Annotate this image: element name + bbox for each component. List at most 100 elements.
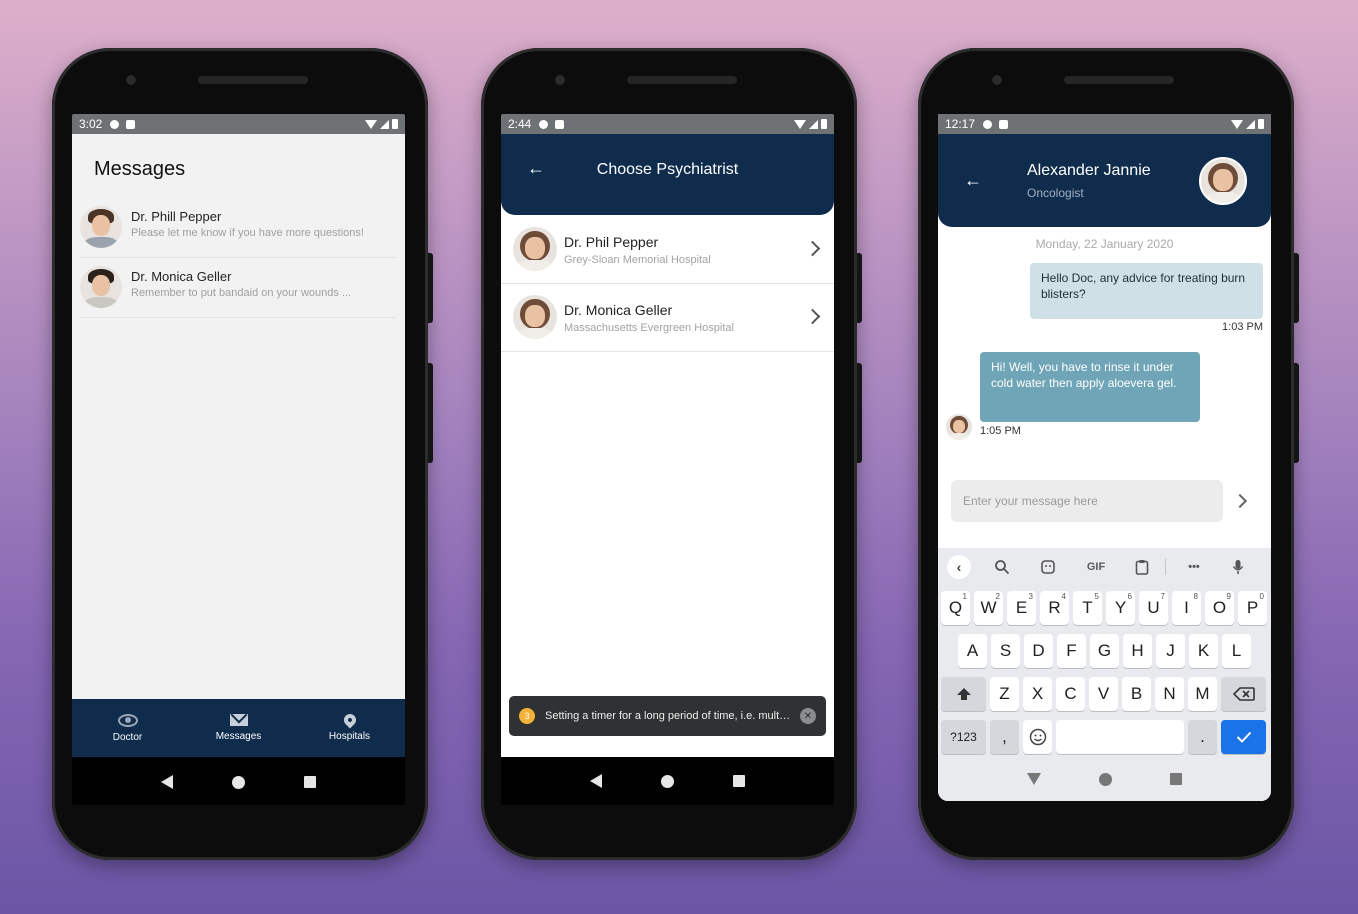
key-q[interactable]: 1Q [941, 591, 970, 625]
key-v[interactable]: V [1089, 677, 1118, 711]
home-circle-icon[interactable] [660, 774, 674, 788]
wifi-icon [1231, 119, 1243, 129]
space-bar[interactable] [1056, 720, 1184, 754]
key-m[interactable]: M [1188, 677, 1217, 711]
mail-icon [229, 714, 248, 726]
sticker-icon[interactable] [1038, 559, 1058, 575]
outgoing-message: Hello Doc, any advice for treating burn … [1030, 263, 1263, 319]
key-t[interactable]: 5T [1073, 591, 1102, 625]
soft-keyboard: ‹ GIF ••• 1 Q 2 W 3 E 4 R 5 T 6 Y 7 U 8 … [938, 548, 1271, 768]
status-bar: 12:17 [938, 114, 1271, 134]
keyboard-toolbar: ‹ GIF ••• [938, 548, 1271, 586]
camera [555, 75, 565, 85]
back-triangle-icon[interactable] [161, 775, 174, 789]
choose-psychiatrist-page: ← Choose Psychiatrist Dr. Phil Pepper Gr… [501, 134, 834, 757]
status-bar: 2:44 [501, 114, 834, 134]
key-p[interactable]: 0P [1238, 591, 1267, 625]
wifi-icon [365, 119, 377, 129]
back-arrow-icon[interactable]: ← [964, 170, 982, 191]
doctor-hospital: Grey-Sloan Memorial Hospital [564, 254, 711, 266]
key-u[interactable]: 7U [1139, 591, 1168, 625]
more-options-icon[interactable]: ••• [1182, 561, 1206, 573]
key-c[interactable]: C [1056, 677, 1085, 711]
notification-icon [110, 119, 120, 129]
warning-count-badge: 3 [519, 708, 535, 724]
status-time: 3:02 [79, 117, 103, 131]
psychiatrist-item[interactable]: Dr. Phil Pepper Grey-Sloan Memorial Hosp… [501, 215, 834, 284]
notification-icon [983, 119, 993, 129]
hide-keyboard-triangle-icon[interactable] [1027, 773, 1041, 785]
battery-icon [1258, 119, 1264, 129]
incoming-message: Hi! Well, you have to rinse it under col… [980, 352, 1200, 422]
key-b[interactable]: B [1122, 677, 1151, 711]
key-a[interactable]: A [958, 634, 987, 668]
emoji-icon[interactable] [1023, 720, 1052, 754]
nav-label: Messages [215, 731, 262, 742]
keyboard-row-4: ?123 , . [941, 720, 1266, 754]
search-icon[interactable] [992, 559, 1012, 575]
clipboard-icon[interactable] [1132, 559, 1152, 575]
key-l[interactable]: L [1222, 634, 1251, 668]
key-g[interactable]: G [1090, 634, 1119, 668]
avatar [80, 206, 122, 248]
collapse-chevron-icon[interactable]: ‹ [947, 555, 971, 579]
key-i[interactable]: 8I [1172, 591, 1201, 625]
toast-message: Setting a timer for a long period of tim… [545, 710, 792, 722]
contact-avatar[interactable] [1199, 157, 1247, 205]
key-j[interactable]: J [1156, 634, 1185, 668]
warning-toast[interactable]: 3 Setting a timer for a long period of t… [509, 696, 826, 736]
chevron-right-icon [804, 308, 821, 325]
psychiatrist-item[interactable]: Dr. Monica Geller Massachusetts Evergree… [501, 283, 834, 352]
shift-icon[interactable] [941, 677, 986, 711]
home-circle-icon[interactable] [231, 775, 245, 789]
key-d[interactable]: D [1024, 634, 1053, 668]
nav-messages[interactable]: Messages [183, 699, 294, 757]
nav-label: Doctor [112, 731, 143, 743]
message-item[interactable]: Dr. Monica Geller Remember to put bandai… [80, 257, 397, 318]
key-s[interactable]: S [991, 634, 1020, 668]
key-n[interactable]: N [1155, 677, 1184, 711]
microphone-icon[interactable] [1230, 559, 1246, 575]
chat-date: Monday, 22 January 2020 [1035, 237, 1174, 251]
sd-card-icon [126, 119, 136, 129]
message-sender: Dr. Phill Pepper [131, 209, 222, 224]
key-f[interactable]: F [1057, 634, 1086, 668]
key-y[interactable]: 6Y [1106, 591, 1135, 625]
close-icon[interactable]: ✕ [800, 708, 816, 724]
key-h[interactable]: H [1123, 634, 1152, 668]
key-e[interactable]: 3E [1007, 591, 1036, 625]
home-circle-icon[interactable] [1099, 772, 1112, 786]
key-r[interactable]: 4R [1040, 591, 1069, 625]
message-time: 1:05 PM [980, 425, 1021, 437]
recents-square-icon[interactable] [732, 775, 745, 787]
nav-hospitals[interactable]: Hospitals [294, 699, 405, 757]
signal-icon [809, 119, 818, 129]
recents-square-icon[interactable] [303, 776, 316, 788]
gif-button[interactable]: GIF [1084, 561, 1108, 573]
message-input[interactable]: Enter your message here [951, 480, 1223, 522]
symbols-key[interactable]: ?123 [941, 720, 986, 754]
eye-icon [117, 713, 138, 727]
chevron-right-icon [804, 240, 821, 257]
key-x[interactable]: X [1023, 677, 1052, 711]
key-w[interactable]: 2W [974, 591, 1003, 625]
message-preview: Please let me know if you have more ques… [131, 227, 364, 239]
speaker [627, 76, 737, 84]
message-time: 1:03 PM [1222, 321, 1263, 333]
message-item[interactable]: Dr. Phill Pepper Please let me know if y… [80, 197, 397, 258]
page-title: Messages [94, 158, 186, 180]
nav-doctor[interactable]: Doctor [72, 699, 183, 757]
recents-square-icon[interactable] [1170, 773, 1182, 785]
key-k[interactable]: K [1189, 634, 1218, 668]
system-nav-bar [501, 757, 834, 805]
back-triangle-icon[interactable] [590, 774, 603, 788]
key-o[interactable]: 9O [1205, 591, 1234, 625]
key-z[interactable]: Z [990, 677, 1019, 711]
power-button [428, 363, 433, 463]
period-key[interactable]: . [1188, 720, 1217, 754]
backspace-icon[interactable] [1221, 677, 1266, 711]
comma-key[interactable]: , [990, 720, 1019, 754]
checkmark-icon[interactable] [1221, 720, 1266, 754]
messages-page: Messages Dr. Phill Pepper Please let me … [72, 134, 405, 757]
send-chevron-icon[interactable] [1232, 493, 1248, 509]
